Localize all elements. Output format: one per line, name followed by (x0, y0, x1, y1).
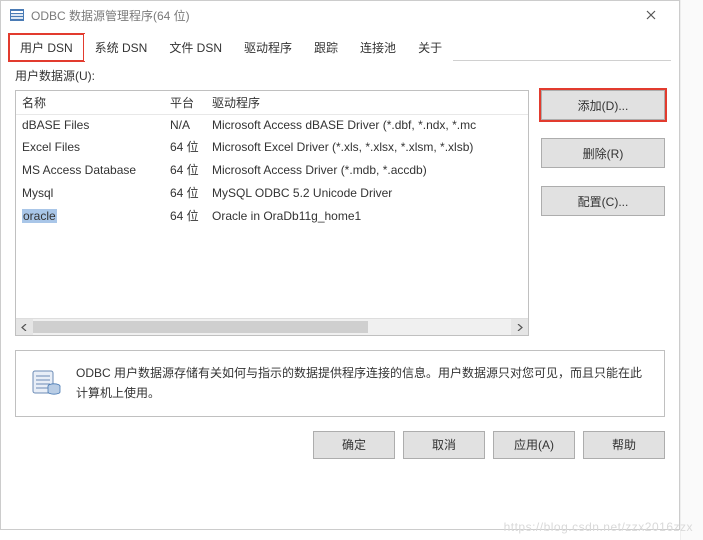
bottom-bar: 确定 取消 应用(A) 帮助 (15, 431, 665, 459)
right-pane (680, 0, 703, 540)
cell-platform: 64 位 (170, 184, 212, 201)
chevron-left-icon (21, 324, 28, 331)
dsn-row[interactable]: Mysql64 位MySQL ODBC 5.2 Unicode Driver (16, 181, 528, 204)
info-box: ODBC 用户数据源存储有关如何与指示的数据提供程序连接的信息。用户数据源只对您… (15, 350, 665, 417)
cell-driver: Microsoft Access dBASE Driver (*.dbf, *.… (212, 118, 522, 132)
close-button[interactable] (631, 1, 671, 29)
cell-driver: Oracle in OraDb11g_home1 (212, 209, 522, 223)
help-button[interactable]: 帮助 (583, 431, 665, 459)
grid-body: dBASE FilesN/AMicrosoft Access dBASE Dri… (16, 115, 528, 318)
dsn-row[interactable]: dBASE FilesN/AMicrosoft Access dBASE Dri… (16, 115, 528, 135)
chevron-right-icon (516, 324, 523, 331)
cell-driver: Microsoft Excel Driver (*.xls, *.xlsx, *… (212, 140, 522, 154)
window-title: ODBC 数据源管理程序(64 位) (31, 7, 190, 24)
app-icon (9, 7, 25, 23)
col-header-name[interactable]: 名称 (22, 94, 170, 111)
titlebar: ODBC 数据源管理程序(64 位) (1, 1, 679, 29)
close-icon (646, 10, 656, 20)
cell-platform: 64 位 (170, 207, 212, 224)
dialog-window: ODBC 数据源管理程序(64 位) 用户 DSN系统 DSN文件 DSN驱动程… (0, 0, 680, 530)
cell-name: MS Access Database (22, 163, 170, 177)
cell-name: Mysql (22, 186, 170, 200)
datasource-icon (30, 365, 62, 397)
horizontal-scrollbar[interactable] (16, 318, 528, 335)
dsn-row[interactable]: oracle64 位Oracle in OraDb11g_home1 (16, 204, 528, 227)
dsn-grid[interactable]: 名称 平台 驱动程序 dBASE FilesN/AMicrosoft Acces… (15, 90, 529, 336)
cell-platform: 64 位 (170, 161, 212, 178)
cell-name: Excel Files (22, 140, 170, 154)
cell-name: dBASE Files (22, 118, 170, 132)
scroll-track[interactable] (33, 319, 511, 335)
cell-platform: 64 位 (170, 138, 212, 155)
scroll-right-button[interactable] (511, 319, 528, 335)
section-label: 用户数据源(U): (15, 67, 665, 84)
cell-name: oracle (22, 209, 170, 223)
ok-button[interactable]: 确定 (313, 431, 395, 459)
col-header-driver[interactable]: 驱动程序 (212, 94, 522, 111)
scroll-thumb[interactable] (33, 321, 368, 333)
cell-driver: MySQL ODBC 5.2 Unicode Driver (212, 186, 522, 200)
delete-button[interactable]: 删除(R) (541, 138, 665, 168)
col-header-platform[interactable]: 平台 (170, 94, 212, 111)
dsn-row[interactable]: Excel Files64 位Microsoft Excel Driver (*… (16, 135, 528, 158)
apply-button[interactable]: 应用(A) (493, 431, 575, 459)
info-text: ODBC 用户数据源存储有关如何与指示的数据提供程序连接的信息。用户数据源只对您… (76, 363, 650, 404)
cancel-button[interactable]: 取消 (403, 431, 485, 459)
grid-header: 名称 平台 驱动程序 (16, 91, 528, 115)
add-button[interactable]: 添加(D)... (541, 90, 665, 120)
scroll-left-button[interactable] (16, 319, 33, 335)
dsn-row[interactable]: MS Access Database64 位Microsoft Access D… (16, 158, 528, 181)
config-button[interactable]: 配置(C)... (541, 186, 665, 216)
cell-driver: Microsoft Access Driver (*.mdb, *.accdb) (212, 163, 522, 177)
cell-platform: N/A (170, 118, 212, 132)
